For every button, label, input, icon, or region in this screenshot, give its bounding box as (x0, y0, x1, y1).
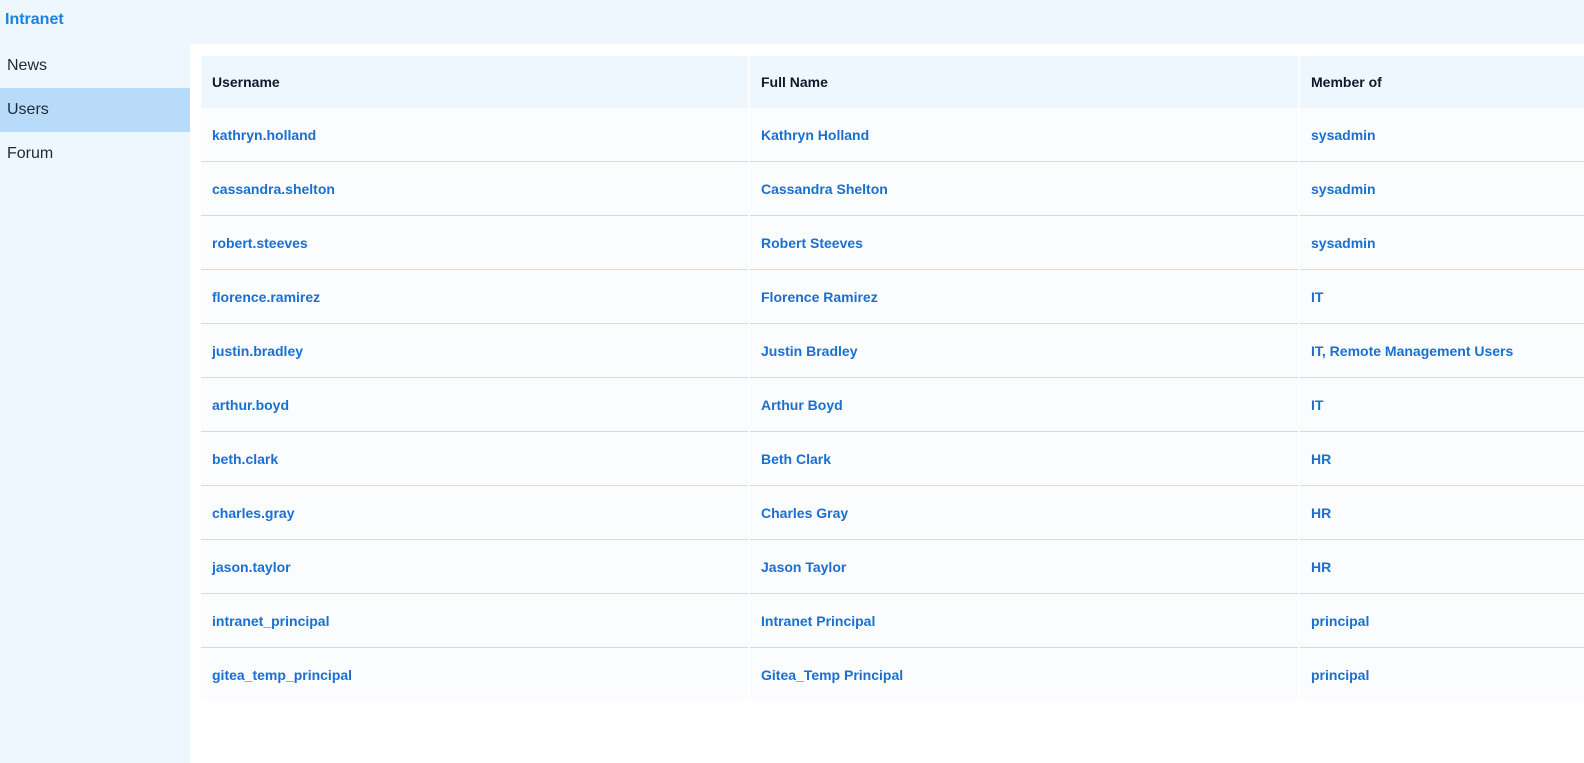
table-cell: Intranet Principal (749, 593, 1300, 648)
username-link[interactable]: robert.steeves (212, 235, 308, 251)
table-header-row: Username Full Name Member of (201, 56, 1584, 108)
table-cell: beth.clark (201, 431, 750, 486)
full-name-link[interactable]: Arthur Boyd (761, 397, 843, 413)
table-row: gitea_temp_principal Gitea_Temp Principal… (201, 647, 1584, 701)
table-cell: HR (1299, 485, 1584, 540)
column-header-username: Username (201, 56, 750, 108)
app-title[interactable]: Intranet (5, 11, 64, 29)
table-cell: cassandra.shelton (201, 161, 750, 216)
main-content: Username Full Name Member of kathryn.hol… (190, 44, 1584, 763)
full-name-link[interactable]: Beth Clark (761, 451, 831, 467)
table-cell: IT (1299, 269, 1584, 324)
users-table: Username Full Name Member of kathryn.hol… (201, 56, 1584, 701)
table-row: intranet_principal Intranet Principal prin… (201, 593, 1584, 648)
full-name-link[interactable]: Charles Gray (761, 505, 848, 521)
username-link[interactable]: justin.bradley (212, 343, 303, 359)
member-of-link[interactable]: HR (1311, 505, 1331, 521)
username-link[interactable]: kathryn.holland (212, 127, 316, 143)
full-name-link[interactable]: Justin Bradley (761, 343, 857, 359)
table-cell: Jason Taylor (749, 539, 1300, 594)
table-cell: IT (1299, 377, 1584, 432)
table-row: cassandra.shelton Cassandra Shelton sysadm… (201, 161, 1584, 216)
table-cell: gitea_temp_principal (201, 647, 750, 701)
sidebar-item-users[interactable]: Users (0, 88, 190, 132)
table-cell: IT, Remote Management Users (1299, 323, 1584, 378)
full-name-link[interactable]: Intranet Principal (761, 613, 875, 629)
table-cell: arthur.boyd (201, 377, 750, 432)
table-cell: intranet_principal (201, 593, 750, 648)
table-row: jason.taylor Jason Taylor HR (201, 539, 1584, 594)
sidebar-item-label: Forum (7, 145, 54, 162)
table-cell: sysadmin (1299, 161, 1584, 216)
table-row: robert.steeves Robert Steeves sysadmin (201, 215, 1584, 270)
table-body: kathryn.holland Kathryn Holland sysadmin ca… (201, 108, 1584, 701)
table-row: kathryn.holland Kathryn Holland sysadmin (201, 108, 1584, 162)
table-cell: Arthur Boyd (749, 377, 1300, 432)
member-of-link[interactable]: IT, Remote Management Users (1311, 343, 1513, 359)
sidebar-item-label: Users (7, 101, 49, 118)
member-of-link[interactable]: principal (1311, 667, 1369, 683)
table-cell: Florence Ramirez (749, 269, 1300, 324)
table-cell: charles.gray (201, 485, 750, 540)
member-of-link[interactable]: IT (1311, 289, 1323, 305)
table-cell: Beth Clark (749, 431, 1300, 486)
member-of-link[interactable]: HR (1311, 451, 1331, 467)
table-cell: Charles Gray (749, 485, 1300, 540)
full-name-link[interactable]: Jason Taylor (761, 559, 846, 575)
sidebar-item-label: News (7, 57, 48, 74)
table-cell: sysadmin (1299, 215, 1584, 270)
username-link[interactable]: charles.gray (212, 505, 295, 521)
column-header-full-name: Full Name (749, 56, 1300, 108)
full-name-link[interactable]: Florence Ramirez (761, 289, 878, 305)
table-row: arthur.boyd Arthur Boyd IT (201, 377, 1584, 432)
table-cell: kathryn.holland (201, 108, 750, 162)
username-link[interactable]: intranet_principal (212, 613, 329, 629)
table-cell: Justin Bradley (749, 323, 1300, 378)
username-link[interactable]: jason.taylor (212, 559, 291, 575)
username-link[interactable]: beth.clark (212, 451, 278, 467)
member-of-link[interactable]: IT (1311, 397, 1323, 413)
table-cell: Robert Steeves (749, 215, 1300, 270)
full-name-link[interactable]: Kathryn Holland (761, 127, 869, 143)
top-bar: Intranet (0, 0, 1584, 44)
table-cell: jason.taylor (201, 539, 750, 594)
username-link[interactable]: arthur.boyd (212, 397, 289, 413)
table-row: florence.ramirez Florence Ramirez IT (201, 269, 1584, 324)
table-cell: principal (1299, 647, 1584, 701)
table-cell: Cassandra Shelton (749, 161, 1300, 216)
username-link[interactable]: florence.ramirez (212, 289, 320, 305)
sidebar: News Users Forum (0, 44, 190, 763)
table-row: beth.clark Beth Clark HR (201, 431, 1584, 486)
member-of-link[interactable]: principal (1311, 613, 1369, 629)
member-of-link[interactable]: HR (1311, 559, 1331, 575)
username-link[interactable]: gitea_temp_principal (212, 667, 352, 683)
column-header-member-of: Member of (1299, 56, 1584, 108)
full-name-link[interactable]: Gitea_Temp Principal (761, 667, 903, 683)
table-cell: justin.bradley (201, 323, 750, 378)
table-cell: Gitea_Temp Principal (749, 647, 1300, 701)
table-cell: principal (1299, 593, 1584, 648)
app-window: Intranet News Users Forum Username Full … (0, 0, 1584, 763)
member-of-link[interactable]: sysadmin (1311, 235, 1376, 251)
full-name-link[interactable]: Cassandra Shelton (761, 181, 888, 197)
username-link[interactable]: cassandra.shelton (212, 181, 335, 197)
member-of-link[interactable]: sysadmin (1311, 127, 1376, 143)
table-row: charles.gray Charles Gray HR (201, 485, 1584, 540)
table-cell: sysadmin (1299, 108, 1584, 162)
table-cell: florence.ramirez (201, 269, 750, 324)
table-cell: HR (1299, 539, 1584, 594)
table-cell: robert.steeves (201, 215, 750, 270)
table-cell: HR (1299, 431, 1584, 486)
member-of-link[interactable]: sysadmin (1311, 181, 1376, 197)
sidebar-item-news[interactable]: News (0, 44, 190, 88)
full-name-link[interactable]: Robert Steeves (761, 235, 863, 251)
table-row: justin.bradley Justin Bradley IT, Remote M… (201, 323, 1584, 378)
table-cell: Kathryn Holland (749, 108, 1300, 162)
sidebar-item-forum[interactable]: Forum (0, 132, 190, 176)
